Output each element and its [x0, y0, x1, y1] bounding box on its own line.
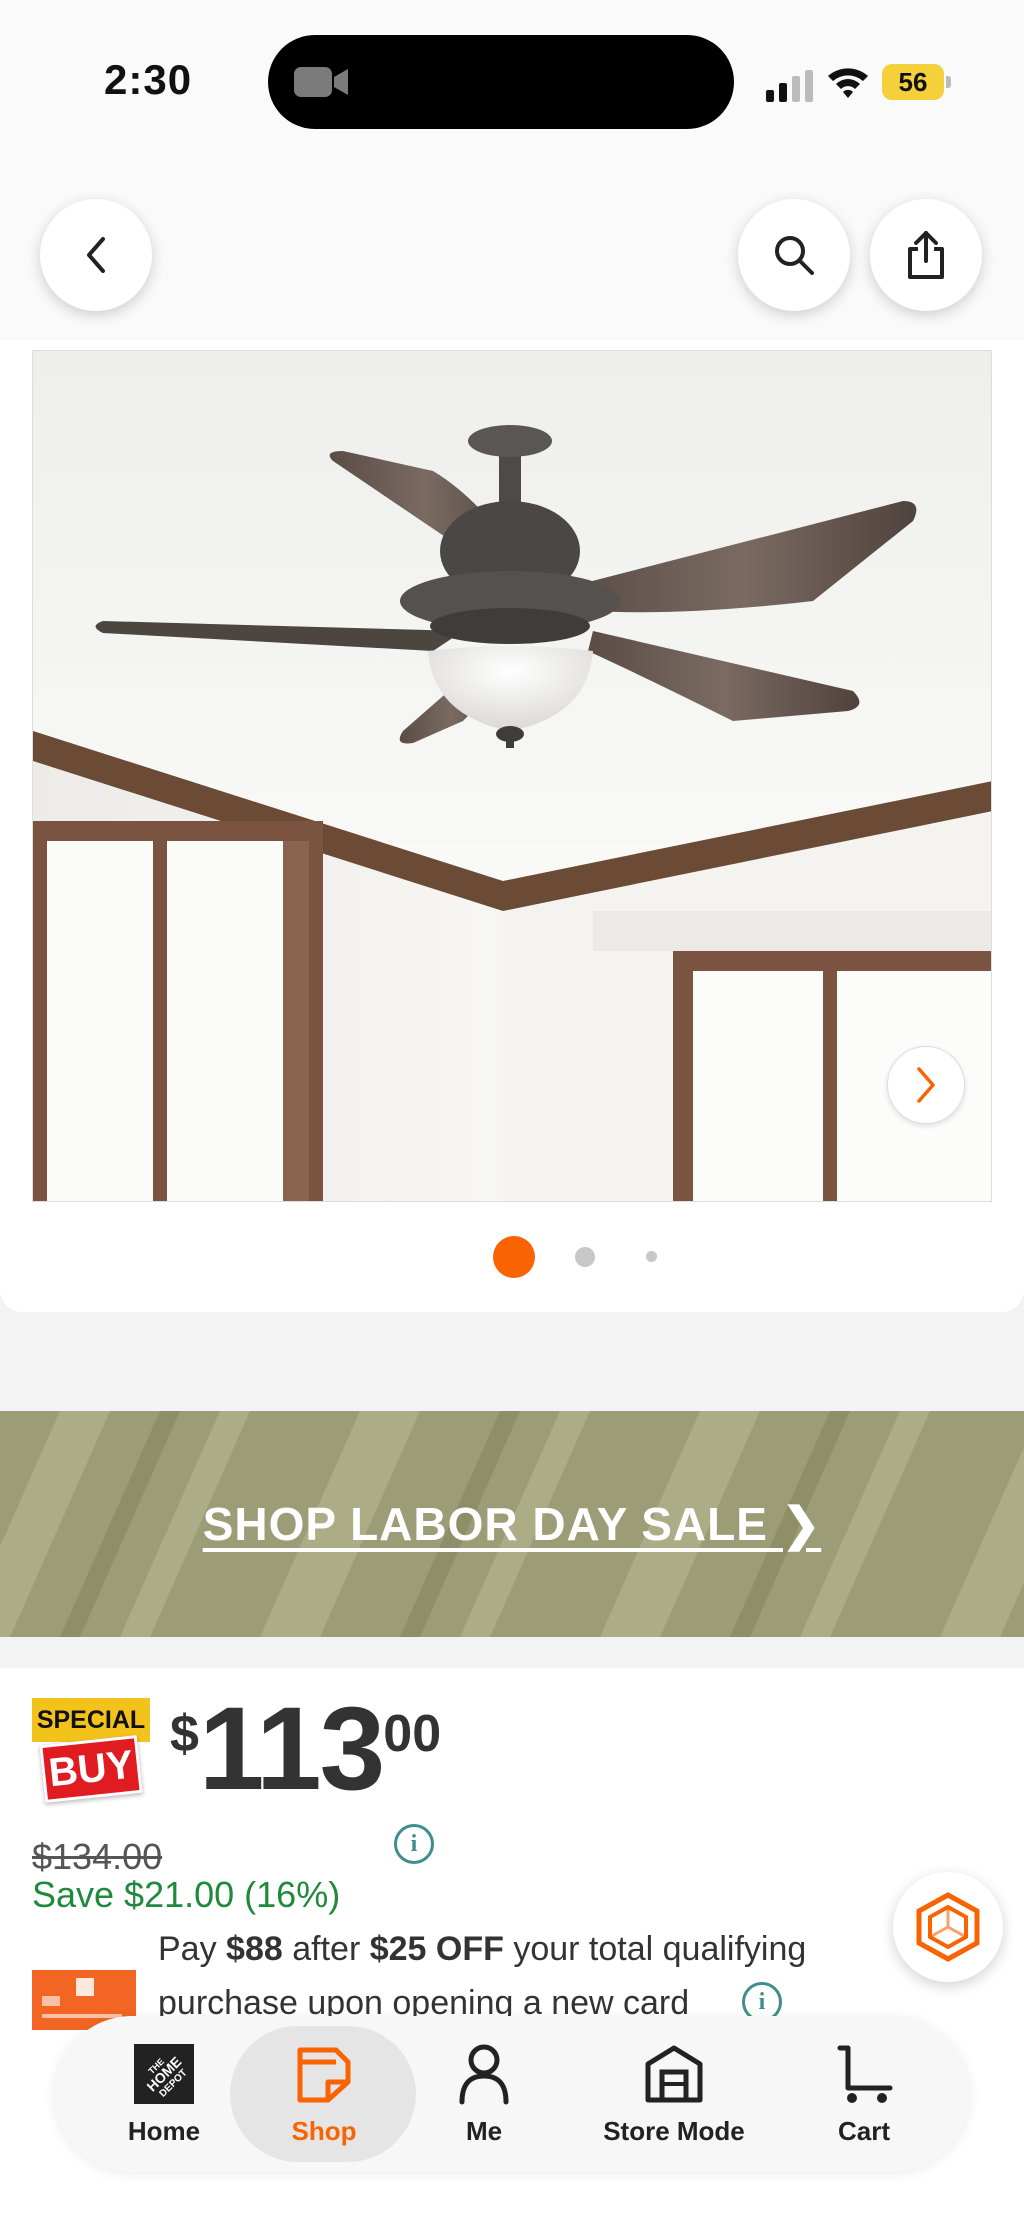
savings-text: Save $21.00 (16%)	[32, 1874, 341, 1915]
top-nav	[0, 165, 1024, 350]
battery-tip	[946, 76, 951, 88]
current-price: $ 113 00	[170, 1690, 441, 1808]
promo-off: $25 OFF	[369, 1930, 504, 1968]
status-time: 2:30	[104, 56, 193, 103]
price-dollars: 113	[198, 1683, 385, 1815]
promo-mid: after	[282, 1930, 370, 1968]
store-icon	[645, 2045, 703, 2102]
tab-home[interactable]: THE HOME DEPOT Home	[94, 2016, 234, 2172]
tab-shop-label: Shop	[291, 2115, 357, 2146]
promo-amount: $88	[226, 1930, 283, 1968]
tab-cart-label: Cart	[837, 2115, 890, 2146]
battery-indicator: 56	[882, 64, 952, 100]
share-icon	[908, 231, 944, 279]
banner-link[interactable]: SHOP LABOR DAY SALE ❯	[0, 1411, 1024, 1637]
dynamic-island	[268, 35, 734, 129]
labor-day-sale-banner[interactable]: SHOP LABOR DAY SALE ❯	[0, 1411, 1024, 1637]
next-image-button[interactable]	[887, 1046, 965, 1124]
tab-store-mode-label: Store Mode	[603, 2115, 745, 2146]
search-icon	[775, 236, 814, 275]
wifi-icon	[828, 68, 868, 98]
back-icon	[87, 237, 105, 273]
gallery-dot-active[interactable]	[493, 1236, 535, 1278]
tab-home-label: Home	[127, 2115, 201, 2146]
home-depot-logo-icon: THE HOME DEPOT	[134, 2043, 194, 2104]
person-icon	[459, 2044, 509, 2104]
badge-buy: BUY	[39, 1735, 143, 1803]
tab-me-label: Me	[465, 2115, 503, 2146]
bottom-tab-bar: THE HOME DEPOT Home Shop Me Store Mode C…	[54, 2016, 970, 2172]
product-page: 2:30 56 SHOP LABOR DAY SALE ❯ SPECIAL BU…	[0, 0, 1024, 2226]
promo-pre: Pay	[158, 1930, 227, 1968]
shop-icon	[297, 2047, 351, 2102]
assistant-button[interactable]	[893, 1872, 1003, 1982]
gallery-dot[interactable]	[646, 1251, 657, 1262]
status-bar: 2:30 56	[0, 0, 1024, 165]
tab-store-mode[interactable]: Store Mode	[574, 2016, 774, 2172]
cart-icon	[837, 2045, 893, 2103]
battery-level: 56	[882, 64, 944, 100]
cellular-signal-icon	[766, 70, 813, 102]
ceiling-fan-photo	[33, 351, 991, 1201]
hexagon-assistant-icon	[916, 1892, 980, 1962]
back-button[interactable]	[40, 199, 152, 311]
tab-me[interactable]: Me	[414, 2016, 554, 2172]
price-info-icon[interactable]: i	[394, 1824, 434, 1864]
special-buy-badge: SPECIAL BUY	[32, 1698, 152, 1808]
tab-cart[interactable]: Cart	[794, 2016, 934, 2172]
product-image[interactable]	[32, 350, 992, 1202]
price-currency: $	[170, 1705, 199, 1763]
tab-shop[interactable]: Shop	[254, 2016, 394, 2172]
search-button[interactable]	[738, 199, 850, 311]
share-button[interactable]	[870, 199, 982, 311]
was-price: $134.00	[32, 1836, 163, 1877]
price-cents: 00	[383, 1705, 442, 1763]
video-camera-icon	[294, 67, 348, 97]
gallery-dot[interactable]	[575, 1247, 595, 1267]
chevron-right-icon	[917, 1067, 935, 1103]
product-gallery	[0, 340, 1024, 1312]
